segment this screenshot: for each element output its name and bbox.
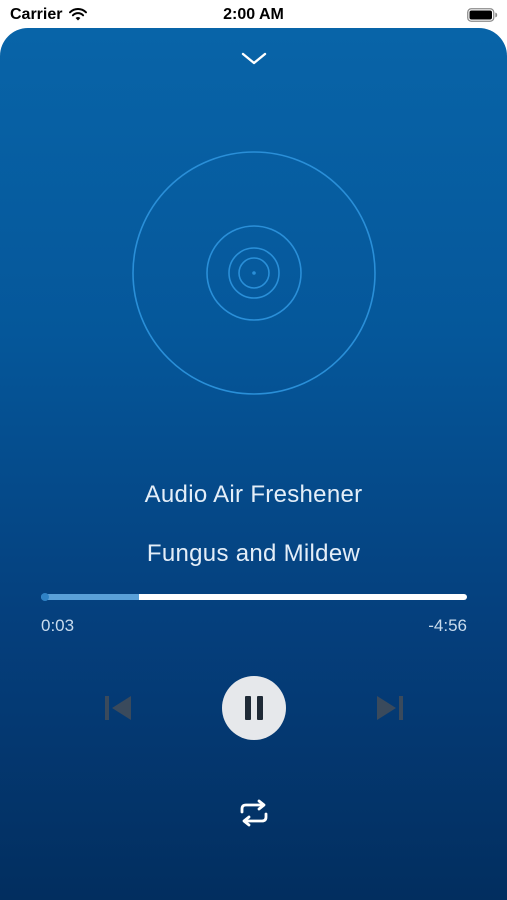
player-sheet: Audio Air Freshener Fungus and Mildew 0:… [0,28,507,900]
progress-knob[interactable] [41,593,49,601]
skip-back-icon [105,696,131,720]
chevron-down-icon [241,52,267,65]
track-artist: Fungus and Mildew [146,540,361,567]
play-pause-button[interactable] [222,676,286,740]
collapse-button[interactable] [232,44,276,74]
now-playing-screen: Carrier 2:00 AM Audio Air Freshener Fung… [0,0,507,900]
remaining-time: -4:56 [428,616,467,635]
battery-icon [467,8,498,22]
skip-forward-icon [377,696,403,720]
progress-bar[interactable] [41,593,467,601]
repeat-button[interactable] [236,796,272,830]
status-bar: Carrier 2:00 AM [0,0,507,30]
progress-fill [41,594,139,600]
previous-track-button[interactable] [100,690,136,726]
repeat-icon [240,799,268,827]
next-track-button[interactable] [372,690,408,726]
track-title: Audio Air Freshener [144,481,363,508]
elapsed-time: 0:03 [41,616,75,635]
disc-icon [132,151,376,395]
status-time: 2:00 AM [223,6,284,23]
pause-icon [245,696,263,720]
